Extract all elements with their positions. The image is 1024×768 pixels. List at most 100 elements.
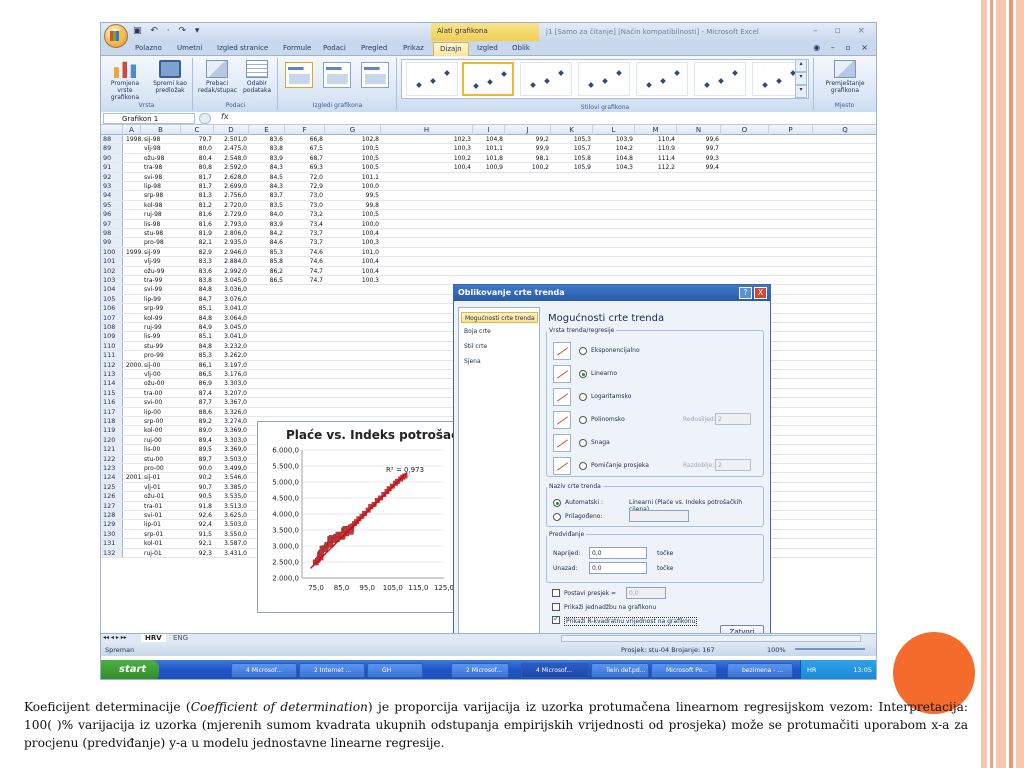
column-header-k[interactable]: K bbox=[551, 125, 593, 135]
cell[interactable]: 90,2 bbox=[181, 473, 212, 482]
cell[interactable]: 79,7 bbox=[181, 135, 212, 144]
office-button[interactable] bbox=[104, 24, 128, 48]
cell[interactable]: ožu-99 bbox=[141, 267, 179, 276]
column-header-p[interactable]: P bbox=[769, 125, 813, 135]
cell[interactable]: 3.326,0 bbox=[214, 408, 247, 417]
trend-option-exponential[interactable]: Eksponencijalno bbox=[553, 342, 753, 362]
cell[interactable]: 99,7 bbox=[677, 144, 719, 153]
name-custom-input[interactable] bbox=[629, 510, 689, 522]
cell[interactable]: 66,8 bbox=[285, 135, 323, 144]
row-header[interactable]: 97 bbox=[101, 219, 123, 228]
chart-layout-1[interactable] bbox=[285, 62, 313, 88]
row-header[interactable]: 96 bbox=[101, 210, 123, 219]
row-header[interactable]: 130 bbox=[101, 529, 123, 539]
cell[interactable]: 84,6 bbox=[249, 238, 283, 247]
row-header[interactable]: 132 bbox=[101, 548, 123, 557]
cell[interactable]: 80,4 bbox=[181, 154, 212, 163]
cell[interactable]: 102,3 bbox=[381, 135, 471, 144]
cell[interactable]: ožu-98 bbox=[141, 154, 179, 163]
close-button[interactable]: Zatvori bbox=[720, 625, 764, 633]
chart-style-3[interactable] bbox=[520, 62, 572, 96]
cell[interactable]: 112,2 bbox=[635, 163, 675, 172]
row-header[interactable]: 116 bbox=[101, 398, 123, 407]
taskbar-item[interactable]: Twin def.pd... bbox=[591, 663, 649, 678]
cell[interactable]: 86,5 bbox=[249, 276, 283, 285]
cell[interactable]: 89,2 bbox=[181, 417, 212, 426]
cell[interactable]: 100,5 bbox=[325, 163, 379, 172]
cell[interactable]: 83,6 bbox=[249, 135, 283, 144]
scatter-chart[interactable]: Plaće vs. Indeks potrošač 6.000,0 5.500,0… bbox=[257, 421, 459, 613]
cell[interactable]: 72,9 bbox=[285, 182, 323, 191]
select-data-button[interactable]: Odabir podataka bbox=[238, 60, 276, 94]
taskbar-item[interactable]: Microsoft Po... bbox=[651, 663, 717, 678]
worksheet-grid[interactable]: ABCDEFGHIJKLMNOPQ 88 1998. sij-98 79,7 2.501… bbox=[101, 125, 876, 633]
cell[interactable]: 105,9 bbox=[551, 163, 591, 172]
cell[interactable]: 3.513,0 bbox=[214, 502, 247, 511]
cell[interactable]: 92,1 bbox=[181, 539, 212, 548]
row-header[interactable]: 99 bbox=[101, 238, 123, 247]
cell[interactable]: vlj-99 bbox=[141, 257, 179, 266]
cell[interactable]: 87,7 bbox=[181, 398, 212, 407]
cell[interactable]: 90,0 bbox=[181, 464, 212, 473]
column-header-q[interactable]: Q bbox=[813, 125, 876, 135]
cell[interactable]: 3.625,0 bbox=[214, 511, 247, 520]
row-header[interactable]: 114 bbox=[101, 379, 123, 388]
cell[interactable]: 3.176,0 bbox=[214, 370, 247, 379]
cell[interactable]: 81,9 bbox=[181, 229, 212, 238]
cell[interactable]: 105,3 bbox=[551, 135, 591, 144]
cell[interactable]: tra-01 bbox=[141, 502, 179, 511]
cell[interactable]: 81,7 bbox=[181, 182, 212, 191]
cell[interactable]: 84,8 bbox=[181, 314, 212, 323]
cell[interactable]: 84,3 bbox=[249, 163, 283, 172]
tab-umetni[interactable]: Umetni bbox=[177, 44, 202, 52]
row-header[interactable]: 104 bbox=[101, 285, 123, 294]
cell[interactable]: 86,9 bbox=[181, 379, 212, 388]
cell[interactable]: 104,3 bbox=[593, 163, 633, 172]
row-header[interactable]: 120 bbox=[101, 435, 123, 445]
cell[interactable]: 85,1 bbox=[181, 304, 212, 313]
cell[interactable]: 81,3 bbox=[181, 191, 212, 200]
cell[interactable]: 86,1 bbox=[181, 361, 212, 370]
row-header[interactable]: 103 bbox=[101, 276, 123, 285]
row-header[interactable]: 106 bbox=[101, 304, 123, 313]
cell[interactable]: 101,0 bbox=[325, 248, 379, 257]
cell[interactable]: sij-00 bbox=[141, 361, 179, 370]
chart-style-6[interactable] bbox=[694, 62, 746, 96]
cell[interactable]: 3.274,0 bbox=[214, 417, 247, 426]
cell[interactable]: 89,4 bbox=[181, 436, 212, 445]
row-header[interactable]: 122 bbox=[101, 454, 123, 463]
cell[interactable]: tra-98 bbox=[141, 163, 179, 172]
cell[interactable]: 3.369,0 bbox=[214, 445, 247, 454]
start-button[interactable]: start bbox=[101, 660, 159, 679]
cell[interactable]: 83,3 bbox=[181, 257, 212, 266]
cell[interactable]: 90,7 bbox=[181, 483, 212, 492]
cell[interactable]: 110,9 bbox=[635, 144, 675, 153]
cell[interactable]: 100,4 bbox=[381, 163, 471, 172]
cell[interactable]: 3.041,0 bbox=[214, 304, 247, 313]
cell[interactable]: vlj-01 bbox=[141, 483, 179, 492]
cell[interactable]: 99,8 bbox=[325, 201, 379, 210]
cell[interactable]: 80,8 bbox=[181, 163, 212, 172]
cell[interactable]: ruj-98 bbox=[141, 210, 179, 219]
cell[interactable]: 73,2 bbox=[285, 210, 323, 219]
cell[interactable]: 110,4 bbox=[635, 135, 675, 144]
cell[interactable]: srp-99 bbox=[141, 304, 179, 313]
column-header-l[interactable]: L bbox=[593, 125, 635, 135]
cell[interactable]: 3.207,0 bbox=[214, 389, 247, 398]
tab-izgled[interactable]: Izgled bbox=[477, 44, 498, 52]
cell[interactable]: 89,0 bbox=[181, 426, 212, 435]
chart-layout-3[interactable] bbox=[361, 62, 389, 88]
cell[interactable]: vlj-00 bbox=[141, 370, 179, 379]
language-indicator[interactable]: HR bbox=[807, 666, 816, 674]
cell[interactable]: pro-00 bbox=[141, 464, 179, 473]
cell[interactable]: 101,1 bbox=[473, 144, 503, 153]
cell[interactable]: pro-99 bbox=[141, 351, 179, 360]
radio[interactable] bbox=[579, 347, 587, 355]
cell[interactable]: 101,1 bbox=[325, 173, 379, 182]
trend-option-polynomial[interactable]: Polinomsko Redoslijed: 2 bbox=[553, 411, 753, 431]
tab-izgled-stranice[interactable]: Izgled stranice bbox=[217, 44, 268, 52]
row-header[interactable]: 105 bbox=[101, 294, 123, 304]
sheet-tab-eng[interactable]: ENG bbox=[169, 634, 192, 642]
styles-scroll-down-button[interactable]: ▾ bbox=[795, 72, 807, 85]
cell[interactable]: 100,3 bbox=[325, 276, 379, 285]
